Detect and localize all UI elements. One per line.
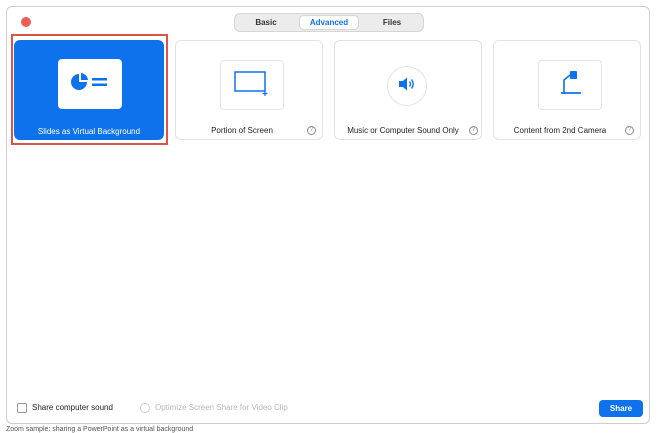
share-screen-window: Basic Advanced Files Slides as Virtual B… bbox=[6, 6, 650, 424]
optimize-video-label: Optimize Screen Share for Video Clip bbox=[155, 403, 288, 412]
tab-bar: Basic Advanced Files bbox=[234, 13, 424, 32]
help-icon[interactable]: ? bbox=[307, 126, 316, 135]
share-computer-sound-label: Share computer sound bbox=[32, 403, 113, 412]
close-window-button[interactable] bbox=[21, 17, 31, 27]
option-label: Music or Computer Sound Only bbox=[347, 126, 459, 135]
option-label: Content from 2nd Camera bbox=[513, 126, 607, 135]
tab-advanced[interactable]: Advanced bbox=[299, 15, 359, 30]
selection-highlight bbox=[11, 34, 168, 145]
option-label: Portion of Screen bbox=[211, 126, 273, 135]
portion-thumbnail bbox=[220, 60, 284, 110]
help-icon[interactable]: ? bbox=[469, 126, 478, 135]
option-music-computer-sound[interactable]: Music or Computer Sound Only ? bbox=[334, 40, 482, 140]
optimize-video-checkbox[interactable] bbox=[140, 403, 150, 413]
bottom-bar: Share computer sound Optimize Screen Sha… bbox=[7, 395, 649, 419]
screen-portion-icon bbox=[232, 69, 272, 102]
camera-thumbnail bbox=[538, 60, 602, 110]
tab-basic[interactable]: Basic bbox=[237, 15, 295, 30]
speaker-icon bbox=[397, 76, 417, 97]
caption: Zoom sample: sharing a PowerPoint as a v… bbox=[6, 426, 194, 433]
share-computer-sound-checkbox[interactable] bbox=[17, 403, 27, 413]
option-portion-of-screen[interactable]: Portion of Screen ? bbox=[175, 40, 323, 140]
help-icon[interactable]: ? bbox=[625, 126, 634, 135]
sound-thumbnail bbox=[387, 66, 427, 106]
tab-files[interactable]: Files bbox=[363, 15, 421, 30]
option-content-2nd-camera[interactable]: Content from 2nd Camera ? bbox=[493, 40, 641, 140]
share-button[interactable]: Share bbox=[599, 400, 643, 417]
document-camera-icon bbox=[555, 68, 585, 103]
